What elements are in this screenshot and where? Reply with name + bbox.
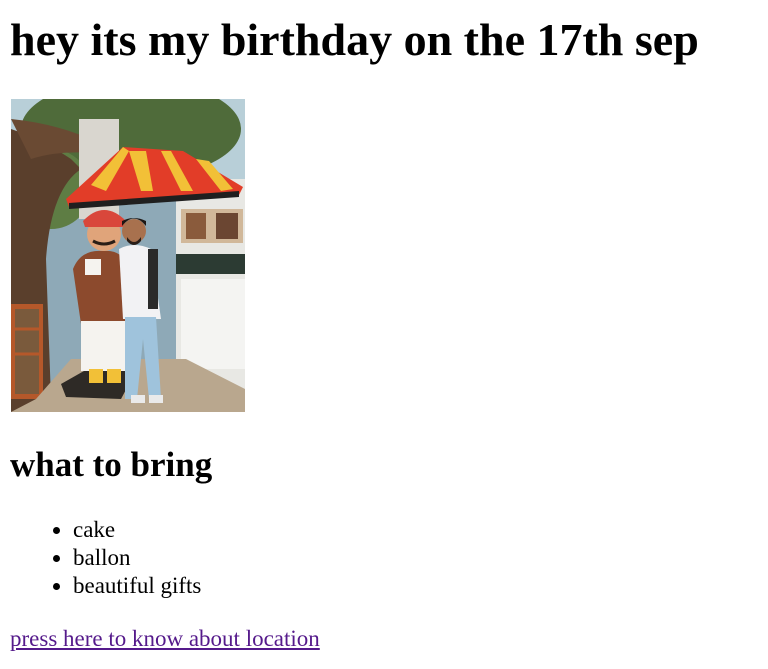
birthday-photo bbox=[11, 99, 245, 412]
bring-list: cake ballon beautiful gifts bbox=[0, 516, 201, 600]
list-item: cake bbox=[73, 516, 201, 544]
list-item: beautiful gifts bbox=[73, 572, 201, 600]
location-link[interactable]: press here to know about location bbox=[10, 624, 320, 654]
list-item: ballon bbox=[73, 544, 201, 572]
bring-list-heading: what to bring bbox=[10, 445, 213, 484]
page-heading: hey its my birthday on the 17th sep bbox=[10, 14, 699, 65]
